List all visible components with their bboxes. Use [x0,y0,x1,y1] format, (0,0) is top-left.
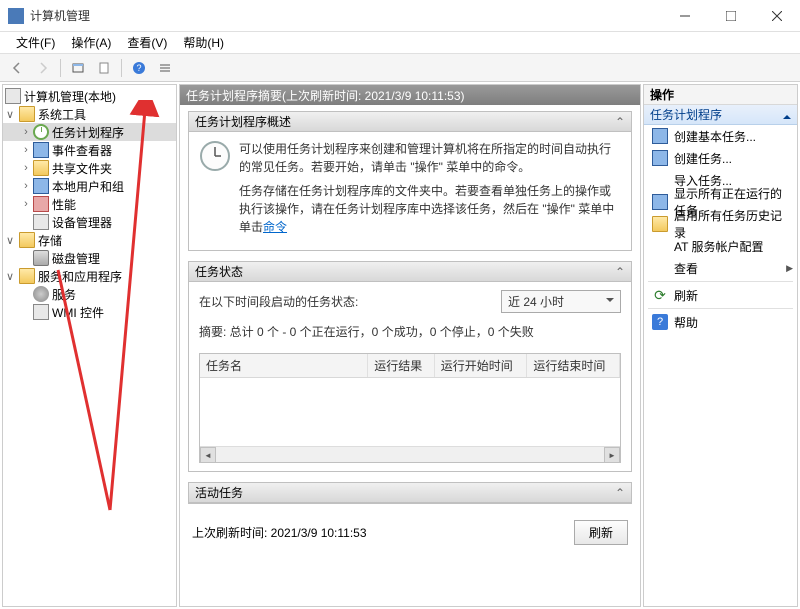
panel-active-tasks: 活动任务 ⌃ [188,482,632,504]
panel-overview-title: 任务计划程序概述 [195,113,291,130]
menu-view[interactable]: 查看(V) [119,32,175,53]
tree-wmi[interactable]: WMI 控件 [3,303,176,321]
overview-text-2: 任务存储在任务计划程序库的文件夹中。若要查看单独任务上的操作或执行该操作，请在任… [239,182,621,236]
action-enable-history[interactable]: 启用所有任务历史记录 [644,213,797,235]
toolbar-help-button[interactable]: ? [128,57,150,79]
tree-event-viewer[interactable]: ›事件查看器 [3,141,176,159]
tree-storage[interactable]: ∨存储 [3,231,176,249]
svg-text:?: ? [136,63,141,73]
panel-task-status: 任务状态 ⌃ 在以下时间段启动的任务状态: 近 24 小时 摘要: 总计 0 个 … [188,261,632,472]
menu-help[interactable]: 帮助(H) [175,32,232,53]
app-icon [8,8,24,24]
triangle-up-icon [783,111,791,119]
panel-active-title: 活动任务 [195,484,243,501]
overview-text-1: 可以使用任务计划程序来创建和管理计算机将在所指定的时间自动执行的常见任务。若要开… [239,140,621,176]
running-icon [652,194,668,210]
tree-system-tools[interactable]: ∨系统工具 [3,105,176,123]
command-link[interactable]: 命令 [263,220,287,234]
users-icon [33,178,49,194]
refresh-button[interactable]: 刷新 [574,520,628,545]
computer-icon [5,88,21,104]
folder-icon [19,268,35,284]
close-button[interactable] [754,0,800,32]
gear-icon [33,286,49,302]
toolbar-separator [121,59,122,77]
col-task-name[interactable]: 任务名 [200,354,368,378]
disk-icon [33,250,49,266]
account-icon [652,238,668,254]
action-at-account[interactable]: AT 服务帐户配置 [644,235,797,257]
task-status-table[interactable]: 任务名 运行结果 运行开始时间 运行结束时间 ◄► [199,353,621,463]
view-icon [652,260,668,276]
col-end-time[interactable]: 运行结束时间 [527,354,620,378]
action-refresh[interactable]: ⟳刷新 [644,284,797,306]
tree-device-manager[interactable]: 设备管理器 [3,213,176,231]
last-refresh-text: 上次刷新时间: 2021/3/9 10:11:53 [192,524,367,541]
menu-file[interactable]: 文件(F) [8,32,63,53]
center-header: 任务计划程序摘要(上次刷新时间: 2021/3/9 10:11:53) [180,85,640,105]
actions-header: 操作 [644,85,797,105]
tree-shared-folders[interactable]: ›共享文件夹 [3,159,176,177]
action-create-basic-task[interactable]: 创建基本任务... [644,125,797,147]
folder-icon [33,160,49,176]
folder-icon [19,106,35,122]
task-icon [652,128,668,144]
action-view[interactable]: 查看▶ [644,257,797,279]
refresh-icon: ⟳ [652,287,668,303]
tree-task-scheduler[interactable]: ›任务计划程序 [3,123,176,141]
toolbar-back-button[interactable] [6,57,28,79]
tree-root[interactable]: 计算机管理(本地) [3,87,176,105]
maximize-button[interactable] [708,0,754,32]
perf-icon [33,196,49,212]
tree-local-users[interactable]: ›本地用户和组 [3,177,176,195]
action-help[interactable]: ?帮助 [644,311,797,333]
col-run-result[interactable]: 运行结果 [368,354,434,378]
toolbar-list-button[interactable] [154,57,176,79]
wmi-icon [33,304,49,320]
navigation-tree[interactable]: 计算机管理(本地) ∨系统工具 ›任务计划程序 ›事件查看器 ›共享文件夹 ›本… [2,84,177,607]
folder-icon [19,232,35,248]
history-icon [652,216,668,232]
separator [648,308,793,309]
toolbar-forward-button[interactable] [32,57,54,79]
chevron-up-icon[interactable]: ⌃ [615,265,625,279]
col-start-time[interactable]: 运行开始时间 [434,354,527,378]
chevron-up-icon[interactable]: ⌃ [615,115,625,129]
status-summary: 摘要: 总计 0 个 - 0 个正在运行，0 个成功，0 个停止，0 个失败 [199,323,621,341]
chevron-up-icon[interactable]: ⌃ [615,486,625,500]
window-title: 计算机管理 [30,7,662,24]
tree-services-apps[interactable]: ∨服务和应用程序 [3,267,176,285]
import-icon [652,172,668,188]
chevron-right-icon: ▶ [786,263,793,274]
clock-icon [33,124,49,140]
tree-disk-management[interactable]: 磁盘管理 [3,249,176,267]
action-create-task[interactable]: 创建任务... [644,147,797,169]
toolbar-separator [60,59,61,77]
tree-services[interactable]: 服务 [3,285,176,303]
clock-icon [199,140,231,172]
toolbar-up-button[interactable] [67,57,89,79]
time-range-combo[interactable]: 近 24 小时 [501,290,621,313]
separator [648,281,793,282]
status-label: 在以下时间段启动的任务状态: [199,293,358,310]
horizontal-scrollbar[interactable]: ◄► [200,446,620,462]
panel-status-title: 任务状态 [195,263,243,280]
event-icon [33,142,49,158]
panel-overview: 任务计划程序概述 ⌃ 可以使用任务计划程序来创建和管理计算机将在所指定的时间自动执… [188,111,632,251]
toolbar-properties-button[interactable] [93,57,115,79]
device-icon [33,214,49,230]
minimize-button[interactable] [662,0,708,32]
help-icon: ? [652,314,668,330]
task-icon [652,150,668,166]
actions-subheader[interactable]: 任务计划程序 [644,105,797,125]
menu-action[interactable]: 操作(A) [63,32,119,53]
tree-performance[interactable]: ›性能 [3,195,176,213]
